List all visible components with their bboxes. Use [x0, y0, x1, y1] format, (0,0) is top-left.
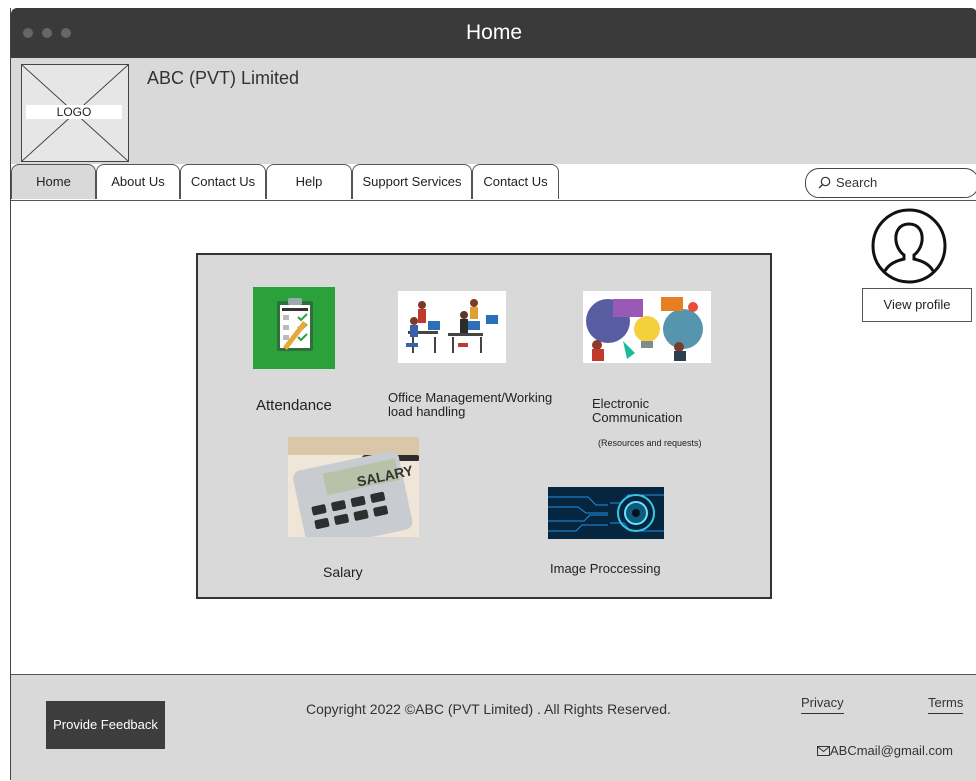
title-bar: Home [11, 8, 976, 58]
search-icon [818, 176, 831, 189]
tab-support-services[interactable]: Support Services [352, 164, 472, 199]
image-processing-label[interactable]: Image Proccessing [550, 561, 661, 576]
terms-link[interactable]: Terms [928, 695, 964, 714]
tab-contact-us-2[interactable]: Contact Us [472, 164, 559, 199]
attendance-clipboard-image[interactable] [253, 287, 335, 369]
mail-icon [817, 746, 830, 756]
modules-panel: Attendance Office Management/Working loa… [196, 253, 772, 599]
electronic-communication-label[interactable]: Electronic Communication [592, 397, 682, 425]
logo-label: LOGO [26, 105, 122, 119]
copyright-text: Copyright 2022 ©ABC (PVT Limited) . All … [306, 701, 671, 717]
provide-feedback-button[interactable]: Provide Feedback [46, 701, 165, 749]
tab-home[interactable]: Home [11, 164, 96, 199]
user-avatar-icon[interactable] [871, 208, 947, 284]
communication-bulb-image[interactable] [583, 291, 711, 363]
search-input[interactable]: Search [805, 168, 976, 198]
nav-bar: Home About Us Contact Us Help Support Se… [11, 164, 976, 201]
communication-sublabel: (Resources and requests) [598, 438, 702, 448]
search-placeholder: Search [836, 175, 878, 190]
site-header: LOGO ABC (PVT) Limited [11, 58, 976, 165]
office-management-label[interactable]: Office Management/Working load handling [388, 391, 552, 419]
window-title: Home [465, 21, 523, 44]
site-footer: Provide Feedback Copyright 2022 ©ABC (PV… [11, 674, 976, 781]
salary-label[interactable]: Salary [323, 564, 363, 580]
app-window: Home LOGO ABC (PVT) Limited Home About U… [10, 8, 976, 781]
tab-contact-us[interactable]: Contact Us [180, 164, 266, 199]
office-workers-image[interactable] [398, 291, 506, 363]
privacy-link[interactable]: Privacy [801, 695, 844, 714]
email-link[interactable]: ABCmail@gmail.com [817, 743, 953, 758]
salary-calculator-image[interactable]: SALARY [288, 437, 419, 537]
company-name: ABC (PVT) Limited [147, 68, 300, 88]
attendance-label[interactable]: Attendance [256, 397, 332, 414]
email-text: ABCmail@gmail.com [830, 743, 953, 758]
view-profile-button[interactable]: View profile [862, 288, 972, 322]
digital-eye-image[interactable] [548, 487, 664, 539]
tab-help[interactable]: Help [266, 164, 352, 199]
logo-placeholder[interactable]: LOGO [21, 64, 129, 162]
tab-about-us[interactable]: About Us [96, 164, 180, 199]
